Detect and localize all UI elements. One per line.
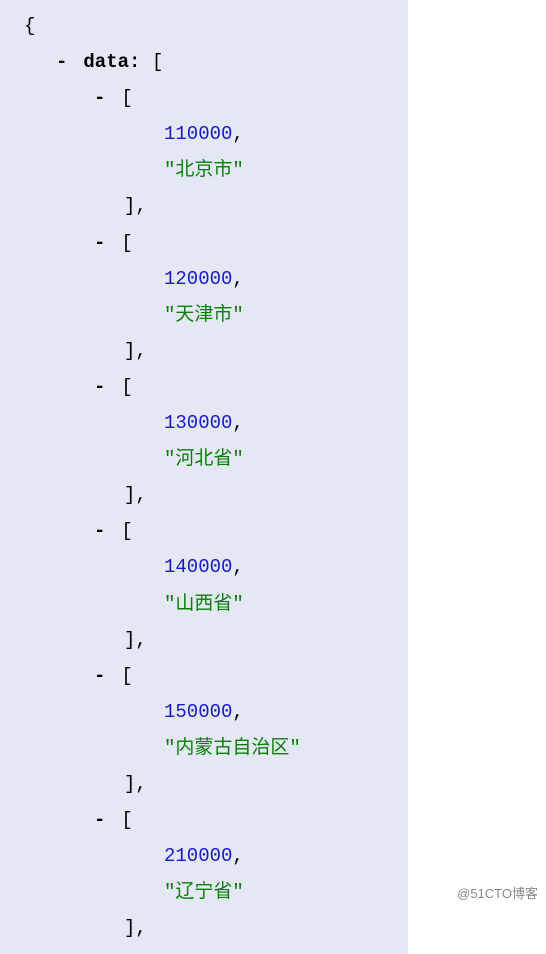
open-bracket: [	[121, 87, 132, 109]
open-brace: {	[8, 8, 396, 44]
collapse-toggle-icon[interactable]: -	[94, 369, 110, 405]
open-bracket: [	[121, 232, 132, 254]
collapse-toggle-icon[interactable]: -	[94, 658, 110, 694]
json-string-value: "内蒙古自治区"	[8, 730, 396, 766]
open-bracket: [	[121, 809, 132, 831]
json-number-value: 210000,	[8, 838, 396, 874]
json-number-value: 120000,	[8, 261, 396, 297]
watermark: @51CTO博客	[457, 883, 538, 902]
array-item-close: ],	[8, 188, 396, 224]
json-number-value: 150000,	[8, 694, 396, 730]
array-item-close: ],	[8, 622, 396, 658]
open-bracket: [	[121, 665, 132, 687]
open-bracket: [	[121, 376, 132, 398]
collapse-toggle-icon[interactable]: -	[94, 513, 110, 549]
collapse-toggle-icon[interactable]: -	[56, 44, 72, 80]
array-item-open[interactable]: - [	[8, 802, 396, 838]
array-item-close: ],	[8, 333, 396, 369]
json-string-value: "北京市"	[8, 152, 396, 188]
json-number-value: 140000,	[8, 549, 396, 585]
json-string-value: "河北省"	[8, 441, 396, 477]
array-item-open[interactable]: - [	[8, 369, 396, 405]
collapse-toggle-icon[interactable]: -	[94, 80, 110, 116]
open-bracket: [	[152, 51, 163, 73]
array-item-open[interactable]: - [	[8, 658, 396, 694]
open-bracket: [	[121, 520, 132, 542]
array-item-close: ],	[8, 766, 396, 802]
array-item-close: ],	[8, 477, 396, 513]
json-number-value: 110000,	[8, 116, 396, 152]
json-string-value: "山西省"	[8, 586, 396, 622]
json-number-value: 130000,	[8, 405, 396, 441]
array-item-open[interactable]: - [	[8, 513, 396, 549]
json-string-value: "辽宁省"	[8, 874, 396, 910]
json-string-value: "天津市"	[8, 297, 396, 333]
array-item-open[interactable]: - [	[8, 225, 396, 261]
json-key: data:	[83, 51, 140, 73]
json-viewer: { - data: [ - [ 110000, "北京市" ], - [ 120…	[0, 0, 408, 954]
collapse-toggle-icon[interactable]: -	[94, 802, 110, 838]
collapse-toggle-icon[interactable]: -	[94, 225, 110, 261]
array-item-close: ],	[8, 910, 396, 946]
data-key-line[interactable]: - data: [	[8, 44, 396, 80]
array-item-open[interactable]: - [	[8, 80, 396, 116]
